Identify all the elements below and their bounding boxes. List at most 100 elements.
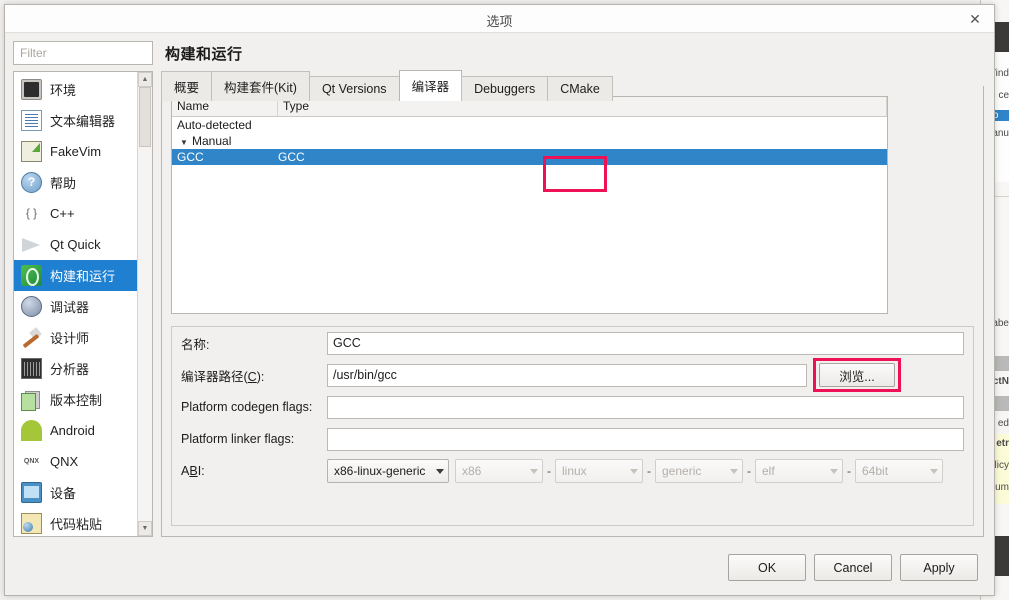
close-icon[interactable]: ✕ [966,11,984,29]
tab-label: 构建套件(Kit) [224,81,297,95]
sidebar-item-label: 设计师 [50,331,90,346]
paper-plane-icon [21,234,42,255]
abi-architecture-value: x86 [462,464,482,478]
filter-input[interactable] [13,41,153,65]
sidebar-item-label: 构建和运行 [50,269,116,284]
sidebar-item-environment[interactable]: 环境 [14,74,137,105]
qt-build-run-icon [21,265,42,286]
form-row-abi: ABI: x86-linux-generic x86 - linux - gen… [172,455,973,487]
chevron-down-icon [530,468,538,474]
tab-cmake[interactable]: CMake [547,76,613,101]
abi-os-value: linux [562,464,587,478]
background-text-fragment: etr [996,438,1009,449]
abi-os-flavor-select[interactable]: generic [655,459,743,483]
sidebar-item-qnx[interactable]: QNX [14,446,137,477]
tab-label: 编译器 [411,80,450,94]
cancel-button[interactable]: Cancel [814,554,892,581]
sidebar-item-label: Android [50,423,95,438]
platform-linker-flags-label: Platform linker flags: [181,432,295,446]
compiler-path-input[interactable] [327,363,807,387]
path-label-post: ): [256,369,265,384]
platform-linker-flags-input[interactable] [327,427,964,451]
sidebar-item-help[interactable]: 帮助 [14,167,137,198]
abi-main-select[interactable]: x86-linux-generic [327,459,449,483]
table-row[interactable]: GCC GCC [172,149,887,165]
scrollbar-track[interactable] [138,87,152,521]
debugger-bug-icon [21,296,42,317]
chevron-down-icon[interactable]: ▼ [138,521,152,536]
chevron-down-icon [930,468,938,474]
apply-button[interactable]: Apply [900,554,978,581]
abi-separator: - [747,464,751,478]
scrollbar-thumb[interactable] [139,87,151,147]
path-label-pre: 编译器路径( [181,369,248,384]
table-row[interactable]: ▼ Manual [172,133,887,149]
cell-name-group: ▼ Manual [172,134,278,148]
platform-codegen-flags-label: Platform codegen flags: [181,400,313,414]
sidebar-nav: 环境 文本编辑器 FakeVim 帮助 [13,71,153,537]
sidebar-item-designer[interactable]: 设计师 [14,322,137,353]
tab-qt-versions[interactable]: Qt Versions [308,76,400,101]
sidebar-item-analyzer[interactable]: 分析器 [14,353,137,384]
sidebar-item-label: 帮助 [50,176,77,191]
sidebar-item-devices[interactable]: 设备 [14,477,137,508]
form-row-codegen: Platform codegen flags: [172,391,973,423]
abi-os-select[interactable]: linux [555,459,643,483]
options-dialog: 选项 ✕ 环境 文本编辑器 FakeVim [4,4,995,596]
table-row[interactable]: Auto-detected [172,117,887,133]
form-row-linker: Platform linker flags: [172,423,973,455]
sidebar-item-label: QNX [50,454,79,469]
browse-button[interactable]: 浏览... [819,363,895,387]
sidebar-item-label: FakeVim [50,144,102,159]
designer-pen-icon [21,327,42,348]
content-pane: 构建和运行 概要 构建套件(Kit) Qt Versions 编译器 Debug… [161,39,984,537]
compiler-detail-form: 名称: 编译器路径(C): 浏览... Platform codegen fla… [171,326,974,526]
abi-word-width-select[interactable]: 64bit [855,459,943,483]
sidebar: 环境 文本编辑器 FakeVim 帮助 [13,41,153,537]
braces-icon [21,203,42,224]
ok-button[interactable]: OK [728,554,806,581]
dialog-title: 选项 [486,14,513,29]
tab-compilers[interactable]: 编译器 [398,70,463,101]
text-document-icon [21,110,42,131]
sidebar-item-label: 环境 [50,83,77,98]
sidebar-item-text-editor[interactable]: 文本编辑器 [14,105,137,136]
sidebar-item-cpp[interactable]: C++ [14,198,137,229]
sidebar-item-qt-quick[interactable]: Qt Quick [14,229,137,260]
chevron-down-icon[interactable]: ▼ [180,138,192,147]
chevron-up-icon[interactable]: ▲ [138,72,152,87]
sidebar-scrollbar[interactable]: ▲ ▼ [137,72,152,536]
sidebar-item-version-control[interactable]: 版本控制 [14,384,137,415]
abi-separator: - [547,464,551,478]
abi-architecture-select[interactable]: x86 [455,459,543,483]
abi-word-width-value: 64bit [862,464,889,478]
background-text-fragment: ed [997,418,1009,429]
name-label: 名称: [181,337,210,352]
tab-debuggers[interactable]: Debuggers [461,76,549,101]
form-row-path: 编译器路径(C): 浏览... [172,358,973,392]
abi-separator: - [647,464,651,478]
sidebar-item-build-and-run[interactable]: 构建和运行 [14,260,137,291]
page-title: 构建和运行 [165,46,243,63]
tab-overview[interactable]: 概要 [161,71,213,101]
abi-binary-format-select[interactable]: elf [755,459,843,483]
sidebar-item-code-pasting[interactable]: 代码粘贴 [14,508,137,536]
browse-button-highlight: 浏览... [813,358,901,392]
cell-name: Manual [192,134,232,148]
tab-kits[interactable]: 构建套件(Kit) [211,71,310,101]
sidebar-item-label: 调试器 [50,300,90,315]
abi-binary-format-value: elf [762,464,775,478]
tab-label: Debuggers [474,82,536,96]
sidebar-item-label: 文本编辑器 [50,114,116,129]
sidebar-item-label: 代码粘贴 [50,517,103,532]
chevron-down-icon [630,468,638,474]
cell-name: GCC [177,150,204,164]
name-input[interactable] [327,331,964,355]
platform-codegen-flags-input[interactable] [327,395,964,419]
sidebar-item-debugger[interactable]: 调试器 [14,291,137,322]
sidebar-item-android[interactable]: Android [14,415,137,446]
device-phone-icon [21,482,42,503]
compilers-table[interactable]: Name Type Auto-detected ▼ Manual GCC GCC [171,96,888,314]
sidebar-item-fakevim[interactable]: FakeVim [14,136,137,167]
question-mark-icon [21,172,42,193]
